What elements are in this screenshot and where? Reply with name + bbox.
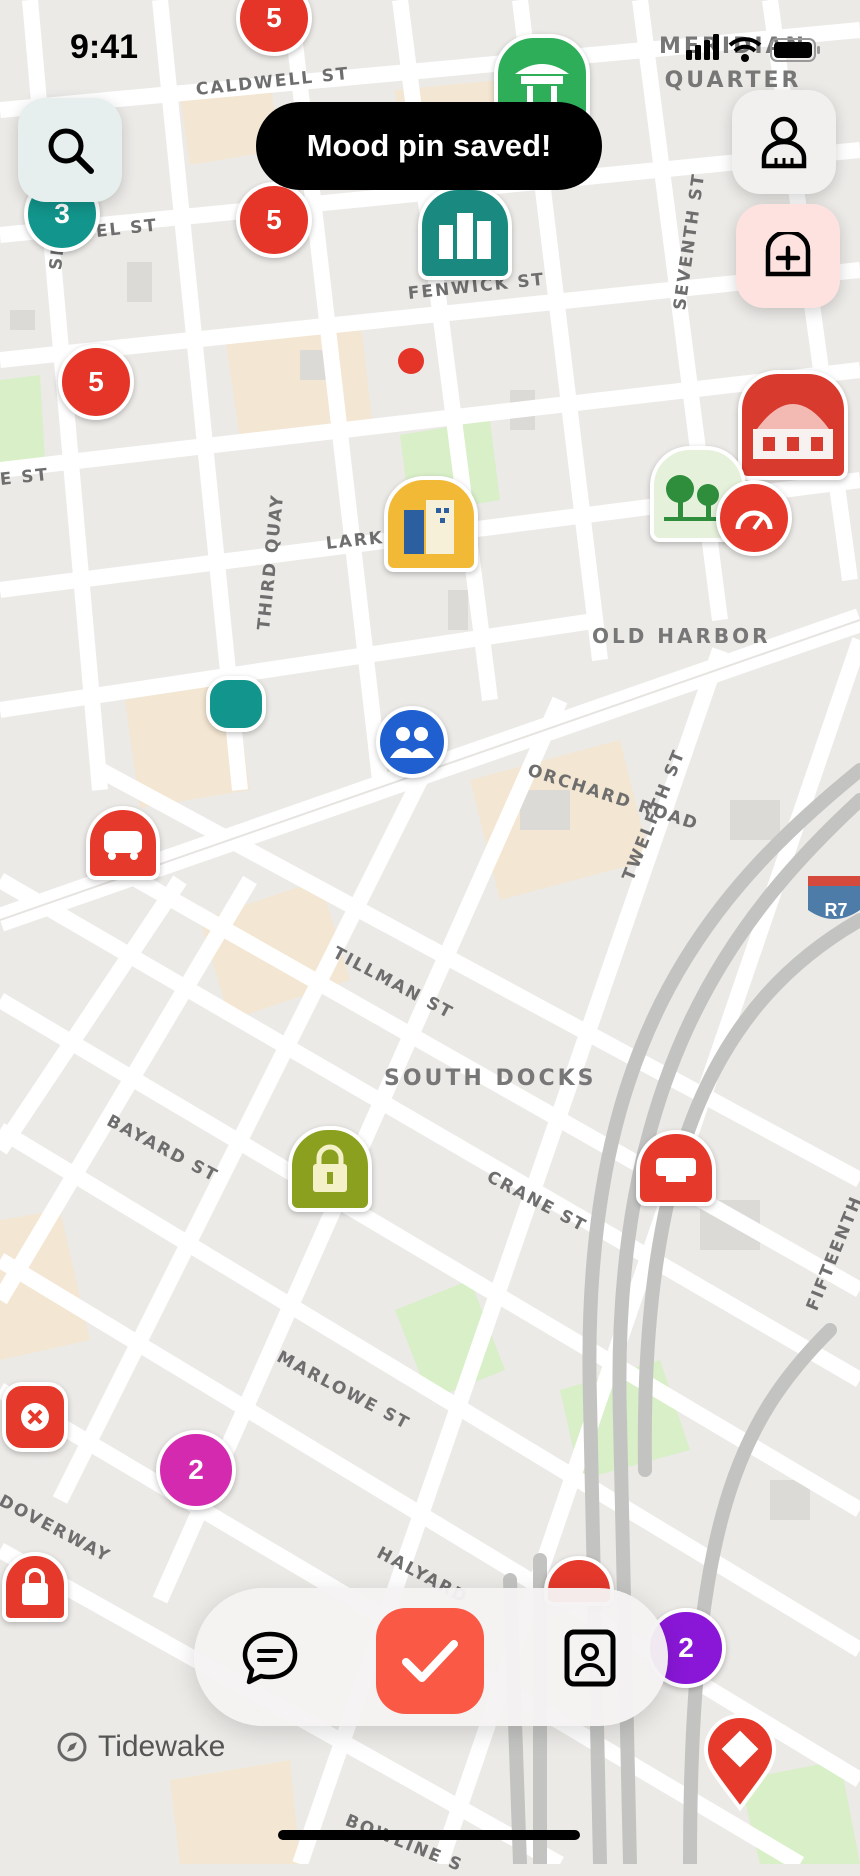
bus-icon: [104, 831, 142, 860]
landmark-pin[interactable]: [738, 370, 848, 480]
profile-button[interactable]: [732, 90, 836, 194]
add-mood-button[interactable]: [736, 204, 840, 308]
people-icon: [390, 727, 434, 758]
cellular-signal-icon: [686, 34, 719, 60]
battery-icon: [770, 38, 820, 62]
search-button[interactable]: [18, 98, 122, 202]
lock-pin-small[interactable]: [2, 1552, 68, 1622]
transit-pin[interactable]: [86, 806, 160, 880]
search-icon: [48, 128, 94, 174]
group-pin[interactable]: [376, 706, 448, 778]
lock-icon: [313, 1144, 347, 1192]
x-circle-icon: [21, 1403, 49, 1431]
tray-icon: [656, 1158, 696, 1182]
toast-message: Mood pin saved!: [256, 102, 602, 190]
office-pin[interactable]: [418, 186, 512, 280]
current-location[interactable]: Tidewake: [56, 1730, 225, 1764]
area-label: SOUTH DOCKS: [384, 1066, 597, 1091]
status-bar: 9:41: [0, 0, 860, 100]
marker-diamond-icon[interactable]: [700, 1712, 780, 1812]
cafe-pin[interactable]: [206, 676, 266, 732]
gauge-icon: [735, 510, 773, 531]
gauge-pin[interactable]: [716, 480, 792, 556]
mood-cluster[interactable]: 5: [58, 344, 134, 420]
location-name: Tidewake: [98, 1730, 226, 1763]
area-label: OLD HARBOR: [592, 624, 771, 648]
locked-pin[interactable]: [288, 1126, 372, 1212]
wifi-icon: [728, 37, 762, 62]
lock-icon: [22, 1568, 48, 1605]
compass-icon: [57, 1732, 87, 1762]
mood-cluster[interactable]: 5: [236, 182, 312, 258]
apartment-icon: [404, 500, 454, 554]
dome-icon: [753, 404, 833, 459]
tab-profile-card[interactable]: [554, 1622, 626, 1694]
mood-cluster[interactable]: 2: [156, 1430, 236, 1510]
tab-chat[interactable]: [234, 1622, 306, 1694]
contact-card-icon: [564, 1629, 616, 1687]
route-badge: R7: [824, 900, 848, 920]
alert-pin[interactable]: [2, 1382, 68, 1452]
add-pin-icon: [765, 232, 811, 277]
tab-check-in[interactable]: [376, 1608, 484, 1714]
status-time: 9:41: [70, 28, 139, 66]
building-icon: [439, 213, 491, 259]
check-icon: [402, 1640, 458, 1682]
chat-bubble-icon: [242, 1631, 298, 1685]
apartment-pin[interactable]: [384, 476, 478, 572]
store-pin[interactable]: [636, 1130, 716, 1206]
user-dot[interactable]: [398, 348, 424, 374]
home-indicator: [278, 1830, 580, 1840]
bottom-tab-bar: [194, 1588, 668, 1726]
user-icon: [761, 116, 807, 169]
